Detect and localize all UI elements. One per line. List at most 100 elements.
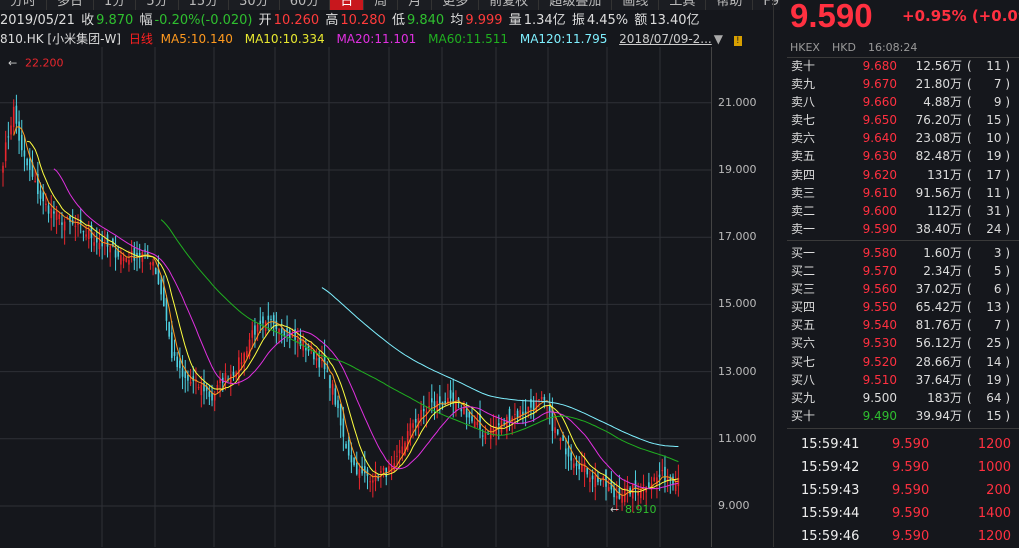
ask-row[interactable]: 卖八 9.660 4.88万 (9 ): [787, 93, 1019, 111]
candle-body: [55, 210, 58, 221]
bid-row[interactable]: 买四 9.550 65.42万 (13 ): [787, 298, 1019, 316]
info-date: 2019/05/21: [0, 13, 75, 28]
candle-body: [149, 262, 152, 265]
ask-row[interactable]: 卖五 9.630 82.48万 (19 ): [787, 147, 1019, 165]
toolbar-tab[interactable]: 画线: [612, 0, 660, 10]
level-volume: 23.08万: [915, 131, 962, 146]
volume-value: 1.34亿: [523, 13, 566, 28]
candle-body: [98, 242, 101, 250]
toolbar-tab[interactable]: 15分: [179, 0, 230, 10]
candle-body: [353, 457, 355, 465]
ask-row[interactable]: 卖七 9.650 76.20万 (15 ): [787, 111, 1019, 129]
toolbar-tab[interactable]: 工具: [659, 0, 707, 10]
level-label: 卖四: [791, 167, 816, 182]
toolbar-tab[interactable]: 60分: [280, 0, 331, 10]
level-label: 卖六: [791, 131, 816, 146]
candle-body: [246, 351, 248, 358]
toolbar-tab[interactable]: 多日: [47, 0, 95, 10]
toolbar-tab[interactable]: 帮助: [706, 0, 754, 10]
candle-body: [23, 150, 26, 157]
toolbar-tab[interactable]: 更多: [432, 0, 480, 10]
lock-icon[interactable]: !: [733, 36, 742, 46]
bid-row[interactable]: 买六 9.530 56.12万 (25 ): [787, 334, 1019, 352]
count-value: 24: [986, 221, 1002, 236]
candle-body: [540, 396, 543, 400]
ma60-line: [160, 219, 679, 463]
ask-row[interactable]: 卖四 9.620 131万 (17 ): [787, 166, 1019, 184]
count-value: 7: [993, 77, 1002, 92]
bid-row[interactable]: 买八 9.510 37.64万 (19 ): [787, 371, 1019, 389]
ask-row[interactable]: 卖一 9.590 38.40万 (24 ): [787, 220, 1019, 238]
candle-body: [339, 403, 342, 426]
change-label: 幅: [139, 13, 153, 28]
candle-body: [29, 158, 31, 170]
level-label: 买九: [791, 390, 816, 405]
candle-body: [4, 142, 7, 162]
level-label: 卖七: [791, 113, 816, 128]
level-price: 9.570: [862, 264, 897, 279]
bid-row[interactable]: 买七 9.520 28.66万 (14 ): [787, 353, 1019, 371]
bid-row[interactable]: 买二 9.570 2.34万 (5 ): [787, 262, 1019, 280]
date-range-select[interactable]: 2018/07/09-2...: [619, 32, 712, 46]
toolbar-tab[interactable]: 5分: [136, 0, 179, 10]
toolbar-tab[interactable]: 1分: [94, 0, 137, 10]
quote-panel: 9.590 +0.95% (+0.090 HKEX HKD 16:08:24 卖十 9…: [787, 0, 1019, 547]
low-label: 低: [391, 13, 405, 28]
toolbar-tab[interactable]: 前复权: [479, 0, 540, 10]
toolbar-tab[interactable]: F9: [753, 0, 780, 10]
ma5-value: MA5:10.140: [160, 32, 233, 46]
toolbar-tab[interactable]: 日: [330, 0, 365, 10]
trade-price: 9.590: [892, 506, 930, 521]
count-value: 25: [986, 336, 1002, 351]
bid-row[interactable]: 买九 9.500 183万 (64 ): [787, 389, 1019, 407]
candle-body: [280, 328, 283, 333]
bid-row[interactable]: 买五 9.540 81.76万 (7 ): [787, 316, 1019, 334]
trade-price: 9.590: [892, 483, 930, 498]
trade-ticks: 15:59:41 9.590 1200 15:59:42 9.590 1000 15:59:…: [787, 433, 1019, 548]
dropdown-arrow-icon[interactable]: ▼: [714, 32, 723, 46]
quote-time: 16:08:24: [867, 41, 918, 54]
last-price: 9.590: [790, 0, 873, 34]
level-price: 9.680: [862, 59, 897, 73]
bid-row[interactable]: 买一 9.580 1.60万 (3 ): [787, 244, 1019, 262]
candle-body: [422, 409, 425, 412]
candle-body: [152, 261, 154, 266]
open-label: 开: [258, 13, 272, 28]
candle-body: [559, 437, 562, 441]
toolbar-tab[interactable]: 30分: [229, 0, 280, 10]
level-price: 9.580: [862, 246, 897, 260]
paren-open: (: [967, 246, 972, 260]
candle-body: [74, 225, 77, 227]
ask-row[interactable]: 卖三 9.610 91.56万 (11 ): [787, 184, 1019, 202]
candle-body: [433, 401, 436, 407]
toolbar-tab[interactable]: 月: [398, 0, 433, 10]
candle-body: [615, 495, 618, 499]
ma-legend: 810.HK [小米集团-W] 日线 MA5:10.140 MA10:10.33…: [0, 31, 742, 48]
toolbar-tab[interactable]: 超级叠加: [539, 0, 613, 10]
ask-row[interactable]: 卖十 9.680 12.56万 (11 ): [787, 57, 1019, 75]
ask-row[interactable]: 卖二 9.600 112万 (31 ): [787, 202, 1019, 220]
candle-body: [165, 298, 168, 321]
candle-body: [318, 357, 321, 368]
candle-body: [401, 446, 404, 455]
level-volume: 131万: [927, 167, 962, 182]
ask-row[interactable]: 卖九 9.670 21.80万 (7 ): [787, 75, 1019, 93]
candlestick-chart[interactable]: 22.200 ← 8.910 ←: [0, 47, 712, 547]
stock-code: 810.HK [小米集团-W]: [0, 32, 121, 46]
toolbar-tab[interactable]: 分时: [0, 0, 48, 10]
toolbar-tab[interactable]: 周: [364, 0, 399, 10]
bid-row[interactable]: 买三 9.560 37.02万 (6 ): [787, 280, 1019, 298]
level-count: 3 ): [993, 246, 1010, 260]
candle-body: [272, 315, 275, 324]
level-label: 卖十: [791, 59, 816, 73]
ask-row[interactable]: 卖六 9.640 23.08万 (10 ): [787, 129, 1019, 147]
candle-body: [213, 394, 216, 401]
candle-body: [350, 455, 353, 463]
count-value: 13: [986, 300, 1002, 315]
candle-body: [267, 315, 270, 320]
paren-open: (: [967, 149, 972, 164]
candle-body: [63, 221, 66, 231]
bid-row[interactable]: 买十 9.490 39.94万 (15 ): [787, 407, 1019, 425]
paren-open: (: [967, 318, 972, 333]
candle-body: [589, 477, 591, 483]
